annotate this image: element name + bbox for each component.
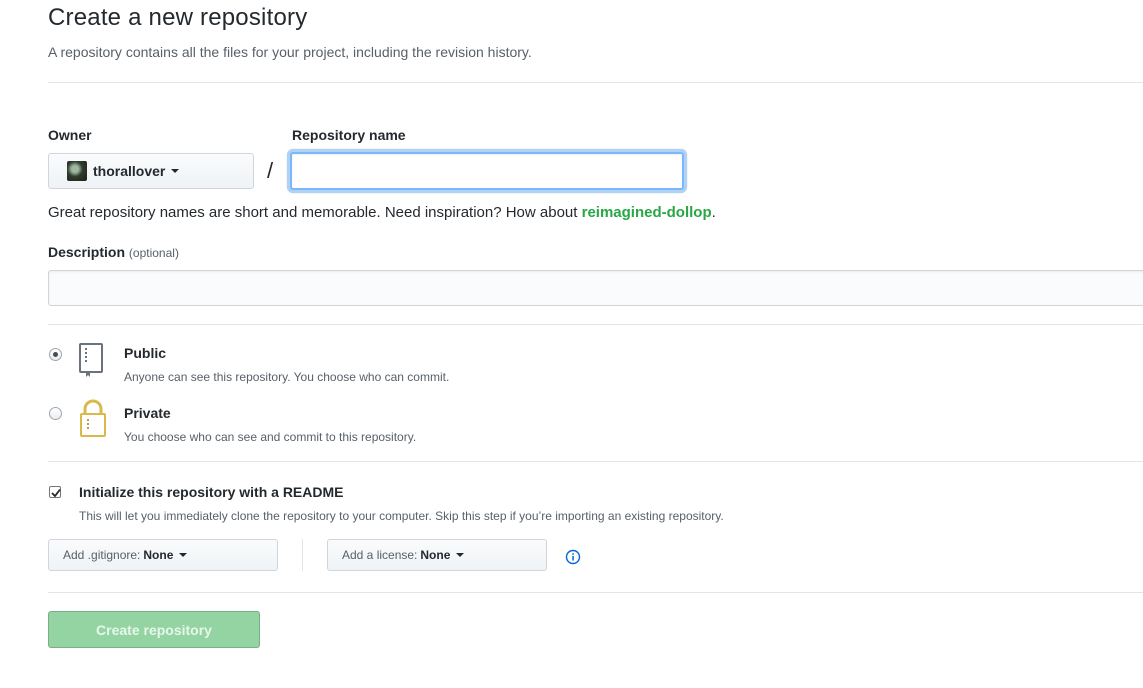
readme-label: Initialize this repository with a README <box>79 484 344 500</box>
checkmark-icon <box>51 488 61 498</box>
repository-name-input[interactable] <box>290 152 684 190</box>
gitignore-label: Add .gitignore: <box>63 548 141 562</box>
repo-name-hint: Great repository names are short and mem… <box>48 204 716 221</box>
new-repo-page: Create a new repository A repository con… <box>0 0 1143 688</box>
page-title: Create a new repository <box>48 4 308 31</box>
owner-select-button[interactable]: thorallover <box>48 153 254 189</box>
private-title: Private <box>124 405 171 421</box>
chevron-down-icon <box>171 169 180 173</box>
readme-checkbox[interactable] <box>49 486 61 498</box>
description-label-text: Description <box>48 244 126 260</box>
divider-visibility <box>48 461 1143 462</box>
license-label: Add a license: <box>342 548 418 562</box>
description-optional: (optional) <box>128 246 179 260</box>
hint-text: Great repository names are short and mem… <box>48 204 582 221</box>
divider-description <box>48 324 1143 325</box>
name-suggestion-link[interactable]: reimagined-dollop <box>582 204 712 221</box>
license-select-button[interactable]: Add a license: None <box>327 539 547 571</box>
owner-repo-separator: / <box>267 158 274 183</box>
chevron-down-icon <box>456 553 465 557</box>
divider-top <box>48 82 1143 83</box>
owner-label: Owner <box>48 127 92 143</box>
gitignore-select-button[interactable]: Add .gitignore: None <box>48 539 278 571</box>
lock-icon <box>80 399 106 437</box>
license-value: None <box>420 548 451 562</box>
gitignore-value: None <box>143 548 174 562</box>
owner-name: thorallover <box>93 163 166 179</box>
description-input[interactable] <box>48 270 1143 306</box>
public-radio[interactable] <box>49 348 62 361</box>
public-title: Public <box>124 345 167 361</box>
hint-period: . <box>711 204 716 221</box>
divider-options <box>48 592 1143 593</box>
page-subtitle: A repository contains all the files for … <box>48 44 532 60</box>
private-description: You choose who can see and commit to thi… <box>124 430 417 444</box>
book-icon <box>79 343 103 377</box>
readme-description: This will let you immediately clone the … <box>79 509 724 523</box>
owner-avatar <box>67 161 87 181</box>
info-icon[interactable] <box>565 549 581 565</box>
description-label: Description (optional) <box>48 244 179 260</box>
select-separator <box>302 539 303 571</box>
private-radio[interactable] <box>49 407 62 420</box>
public-description: Anyone can see this repository. You choo… <box>124 370 450 384</box>
create-repository-button[interactable]: Create repository <box>48 611 260 648</box>
repo-name-label: Repository name <box>292 127 406 143</box>
chevron-down-icon <box>179 553 188 557</box>
